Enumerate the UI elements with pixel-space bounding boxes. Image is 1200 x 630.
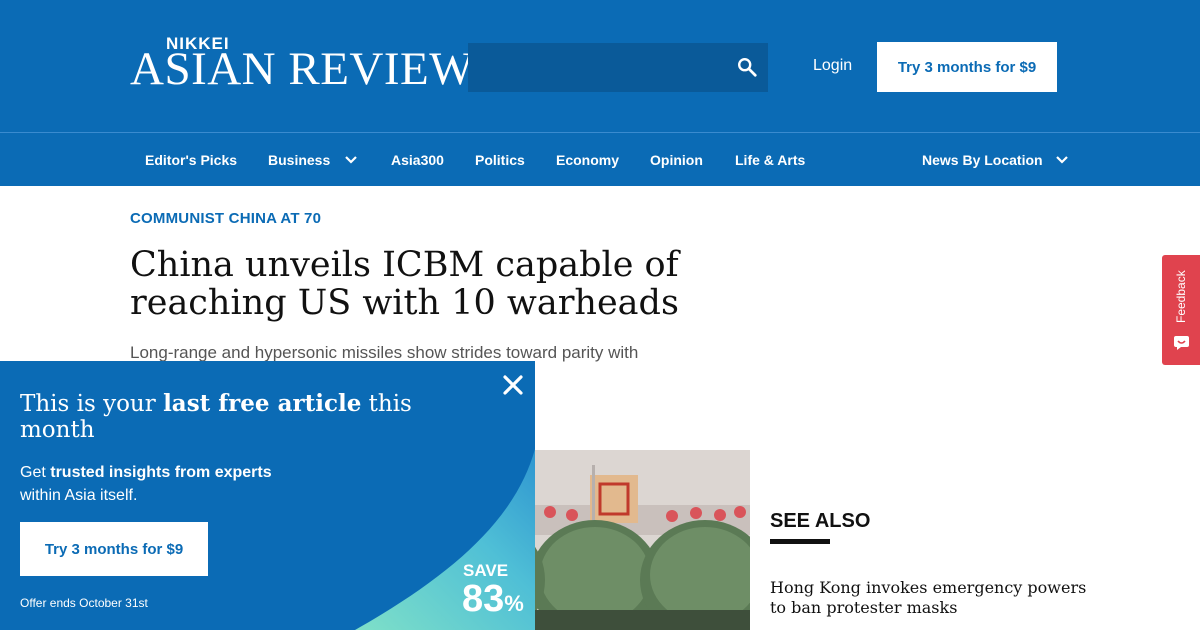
logo-asian-review: ASIAN REVIEW — [130, 43, 475, 95]
subscribe-button[interactable]: Try 3 months for $9 — [877, 42, 1057, 92]
feedback-label: Feedback — [1174, 270, 1188, 323]
main-nav: Editor's Picks Business Asia300 Politics… — [0, 132, 1200, 186]
nav-item-label: Opinion — [650, 151, 703, 168]
paywall-title-pre: This is your — [20, 391, 164, 417]
see-also-link-line: to ban protester masks — [770, 598, 958, 617]
nav-item-label: Asia300 — [391, 151, 444, 168]
headline-line: reaching US with 10 warheads — [130, 283, 679, 323]
nav-item-economy[interactable]: Economy — [556, 133, 619, 186]
see-also-link-line: Hong Kong invokes emergency powers — [770, 578, 1087, 597]
nav-item-opinion[interactable]: Opinion — [650, 133, 703, 186]
site-logo[interactable]: NIKKEI ASIAN REVIEW — [130, 34, 474, 94]
paywall-body-bold: trusted insights from experts — [50, 464, 272, 481]
feedback-tab[interactable]: Feedback — [1162, 255, 1200, 365]
article-headline: China unveils ICBM capable of reaching U… — [130, 246, 730, 322]
nav-item-label: Business — [268, 151, 331, 168]
save-unit: % — [504, 591, 524, 616]
chevron-down-icon — [345, 155, 358, 164]
close-icon[interactable] — [501, 373, 525, 397]
paywall-body-post: within Asia itself. — [20, 487, 138, 504]
paywall-body: Get trusted insights from experts within… — [20, 461, 350, 507]
nav-item-label: Politics — [475, 151, 525, 168]
save-value: 83 — [462, 578, 505, 620]
site-header: NIKKEI ASIAN REVIEW Login Try 3 months f… — [0, 0, 1200, 132]
nav-item-life-arts[interactable]: Life & Arts — [735, 133, 805, 186]
see-also-link[interactable]: Hong Kong invokes emergency powers to ba… — [770, 578, 1090, 618]
article-subhead: Long-range and hypersonic missiles show … — [130, 343, 639, 362]
nav-item-label: News By Location — [922, 151, 1043, 168]
chevron-down-icon — [1055, 155, 1068, 164]
headline-line: China unveils ICBM capable of — [130, 245, 679, 285]
nav-item-label: Economy — [556, 151, 620, 168]
paywall-body-pre: Get — [20, 464, 51, 481]
search-icon[interactable] — [736, 56, 758, 78]
smiley-chat-icon — [1174, 336, 1189, 350]
nav-item-politics[interactable]: Politics — [475, 133, 525, 186]
paywall-title: This is your last free article this mont… — [20, 390, 460, 444]
paywall-offer-note: Offer ends October 31st — [20, 596, 148, 610]
login-link[interactable]: Login — [813, 57, 852, 75]
see-also-underline — [770, 539, 830, 544]
article-kicker[interactable]: COMMUNIST CHINA AT 70 — [130, 210, 321, 227]
nav-item-label: Life & Arts — [735, 151, 806, 168]
nav-item-label: Editor's Picks — [145, 151, 238, 168]
paywall-title-bold: last free article — [163, 390, 362, 417]
search-input[interactable] — [468, 43, 768, 92]
see-also-heading: SEE ALSO — [770, 510, 871, 532]
nav-item-asia300[interactable]: Asia300 — [391, 133, 444, 186]
nav-item-business[interactable]: Business — [268, 133, 358, 186]
nav-item-news-by-location[interactable]: News By Location — [922, 133, 1069, 186]
nav-item-editors-picks[interactable]: Editor's Picks — [145, 133, 237, 186]
paywall-modal: This is your last free article this mont… — [0, 361, 535, 630]
paywall-subscribe-button[interactable]: Try 3 months for $9 — [20, 522, 208, 576]
save-percentage: 83% — [462, 578, 524, 621]
